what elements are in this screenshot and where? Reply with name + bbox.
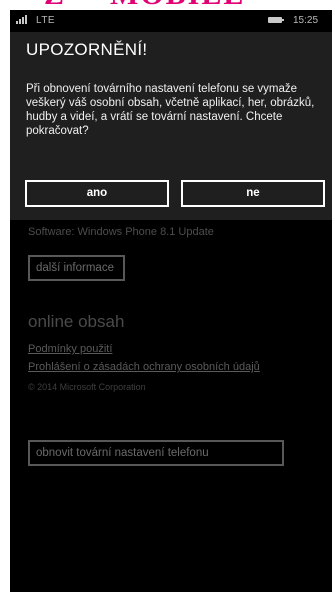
no-button[interactable]: ne bbox=[181, 180, 325, 207]
software-info-text: Software: Windows Phone 8.1 Update bbox=[28, 226, 214, 238]
yes-button[interactable]: ano bbox=[25, 180, 169, 207]
phone-screen: Software: Windows Phone 8.1 Update další… bbox=[10, 10, 332, 592]
more-info-button[interactable]: další informace bbox=[28, 255, 125, 281]
battery-icon bbox=[268, 17, 284, 23]
online-content-heading: online obsah bbox=[28, 312, 125, 331]
network-type: LTE bbox=[36, 15, 56, 26]
brand-logo: Z MOBILE bbox=[0, 0, 335, 10]
factory-reset-button[interactable]: obnovit tovární nastavení telefonu bbox=[28, 440, 284, 466]
terms-of-use-link[interactable]: Podmínky použití bbox=[28, 343, 112, 355]
dialog-message: Při obnovení továrního nastavení telefon… bbox=[26, 83, 315, 137]
status-bar: LTE 15:25 bbox=[10, 10, 332, 32]
signal-strength-icon bbox=[16, 15, 32, 24]
privacy-statement-link[interactable]: Prohlášení o zásadách ochrany osobních ú… bbox=[28, 361, 260, 373]
confirmation-dialog: UPOZORNĚNÍ! Při obnovení továrního nasta… bbox=[10, 32, 332, 220]
dialog-title: UPOZORNĚNÍ! bbox=[26, 40, 148, 59]
clock: 15:25 bbox=[293, 15, 319, 26]
copyright-text: © 2014 Microsoft Corporation bbox=[28, 382, 146, 392]
